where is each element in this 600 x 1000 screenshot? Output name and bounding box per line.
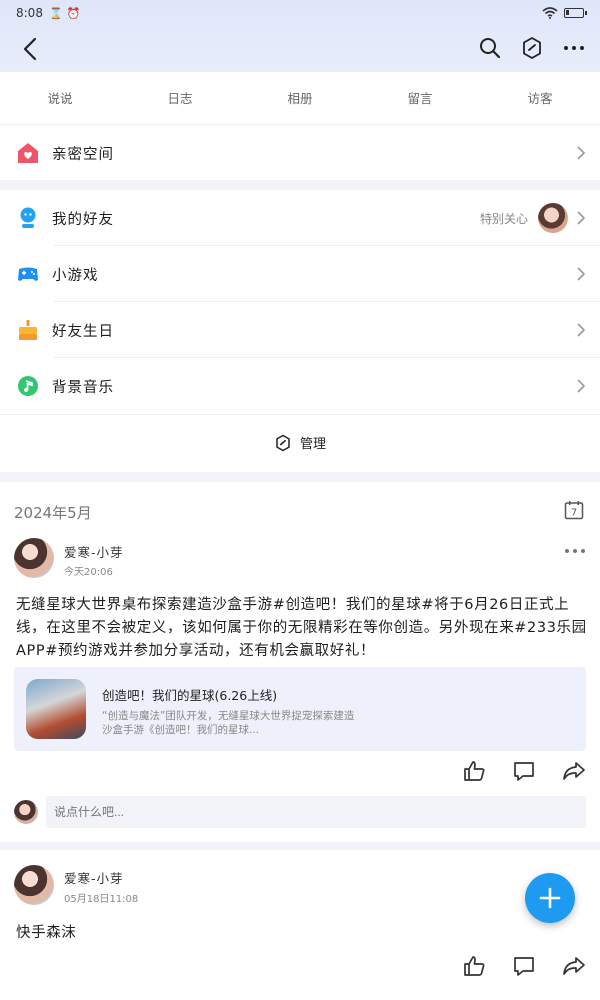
more-icon[interactable] xyxy=(562,36,586,60)
status-time: 8:08 xyxy=(16,6,43,20)
menu-item-friends[interactable]: 我的好友 特别关心 xyxy=(0,190,600,246)
chevron-right-icon xyxy=(577,267,586,281)
status-right xyxy=(542,7,587,19)
hourglass-icon: ⌛ xyxy=(48,6,63,20)
month-header: 2024年5月 xyxy=(14,504,92,522)
add-post-button[interactable] xyxy=(525,873,575,923)
top-bar: 8:08 ⌛ ⏰ xyxy=(0,0,600,72)
manage-icon xyxy=(276,434,290,451)
chevron-right-icon xyxy=(577,211,586,225)
stat-messages[interactable]: 0 留言 xyxy=(360,64,480,124)
menu-item-label: 我的好友 xyxy=(52,211,114,228)
comment-icon[interactable] xyxy=(512,759,536,783)
menu-item-label: 好友生日 xyxy=(52,323,114,340)
menu-item-games[interactable]: 小游戏 xyxy=(0,246,600,302)
stat-label: 访客 xyxy=(527,91,553,106)
like-icon[interactable] xyxy=(462,954,486,978)
comment-icon[interactable] xyxy=(512,954,536,978)
manage-label: 管理 xyxy=(299,437,326,452)
post-actions xyxy=(462,759,586,783)
stat-label: 日志 xyxy=(167,91,193,106)
back-icon[interactable] xyxy=(18,36,44,62)
chevron-right-icon xyxy=(577,379,586,393)
avatar xyxy=(538,203,568,233)
menu-item-label: 小游戏 xyxy=(52,267,99,284)
share-icon[interactable] xyxy=(562,954,586,978)
more-icon[interactable] xyxy=(564,546,586,556)
post-author[interactable]: 爱寒-小芽 xyxy=(64,542,124,561)
plus-icon xyxy=(539,887,561,909)
post-actions xyxy=(462,954,586,978)
status-bar: 8:08 ⌛ ⏰ xyxy=(16,4,587,22)
intimate-space-label: 亲密空间 xyxy=(52,146,114,163)
feed-post-2: 爱寒-小芽 05月18日11:08 快手森沫 xyxy=(0,850,600,1000)
comment-input[interactable] xyxy=(46,796,586,828)
post-author[interactable]: 爱寒-小芽 xyxy=(64,868,124,887)
wifi-icon xyxy=(542,7,558,19)
stat-album[interactable]: 0 相册 xyxy=(240,64,360,124)
post-time: 05月18日11:08 xyxy=(64,894,139,905)
post-text: 快手森沫 xyxy=(16,925,77,941)
menu-item-label: 背景音乐 xyxy=(52,379,114,396)
stat-label: 说说 xyxy=(47,91,73,106)
friends-icon xyxy=(20,207,36,228)
share-icon[interactable] xyxy=(562,759,586,783)
stat-shuoshuo[interactable]: 1 说说 xyxy=(0,64,120,124)
feed-section: 2024年5月 7 爱寒-小芽 今天20:06 无缝星球大世界桌布探索建造沙盒手… xyxy=(0,482,600,842)
stat-visitors[interactable]: 3 访客 xyxy=(480,64,600,124)
stat-label: 留言 xyxy=(407,91,433,106)
stat-label: 相册 xyxy=(287,91,313,106)
search-icon[interactable] xyxy=(478,36,502,60)
special-care-note: 特别关心 xyxy=(479,211,528,226)
like-icon[interactable] xyxy=(462,759,486,783)
avatar[interactable] xyxy=(14,538,54,578)
chevron-right-icon xyxy=(577,146,586,160)
intimate-space-card: 亲密空间 xyxy=(0,124,600,180)
top-actions xyxy=(478,36,586,60)
menu-item-birthday[interactable]: 好友生日 xyxy=(0,302,600,358)
share-desc: “创造与魔法”团队开发，无缝星球大世界捉宠探索建造沙盒手游《创造吧！我们的星球.… xyxy=(102,710,355,736)
menu-item-music[interactable]: 背景音乐 xyxy=(0,358,600,414)
avatar xyxy=(14,800,38,824)
menu-card: 我的好友 特别关心 小游戏 好友生日 背景音乐 管理 xyxy=(0,190,600,472)
game-thumbnail xyxy=(26,679,86,739)
post-text: 无缝星球大世界桌布探索建造沙盒手游#创造吧！我们的星球#将于6月26日正式上线，… xyxy=(16,597,587,659)
share-card[interactable]: 创造吧！我们的星球(6.26上线) “创造与魔法”团队开发，无缝星球大世界捉宠探… xyxy=(14,667,586,751)
share-title: 创造吧！我们的星球(6.26上线) xyxy=(102,688,278,703)
battery-icon xyxy=(564,8,587,18)
music-icon xyxy=(18,376,38,396)
verify-shield-icon[interactable] xyxy=(520,36,544,60)
stats-row: 1 说说 0 日志 0 相册 0 留言 3 访客 xyxy=(0,64,600,124)
intimate-space-row[interactable]: 亲密空间 xyxy=(0,125,600,181)
heart-house-icon xyxy=(18,143,38,163)
calendar-icon[interactable]: 7 xyxy=(564,500,584,520)
stat-blog[interactable]: 0 日志 xyxy=(120,64,240,124)
cake-icon xyxy=(19,320,37,340)
svg-text:7: 7 xyxy=(571,508,577,519)
alarm-icon: ⏰ xyxy=(66,6,81,20)
manage-button[interactable]: 管理 xyxy=(0,414,600,470)
gamepad-icon xyxy=(18,267,38,281)
avatar[interactable] xyxy=(14,865,54,905)
chevron-right-icon xyxy=(577,323,586,337)
post-time: 今天20:06 xyxy=(64,567,113,578)
